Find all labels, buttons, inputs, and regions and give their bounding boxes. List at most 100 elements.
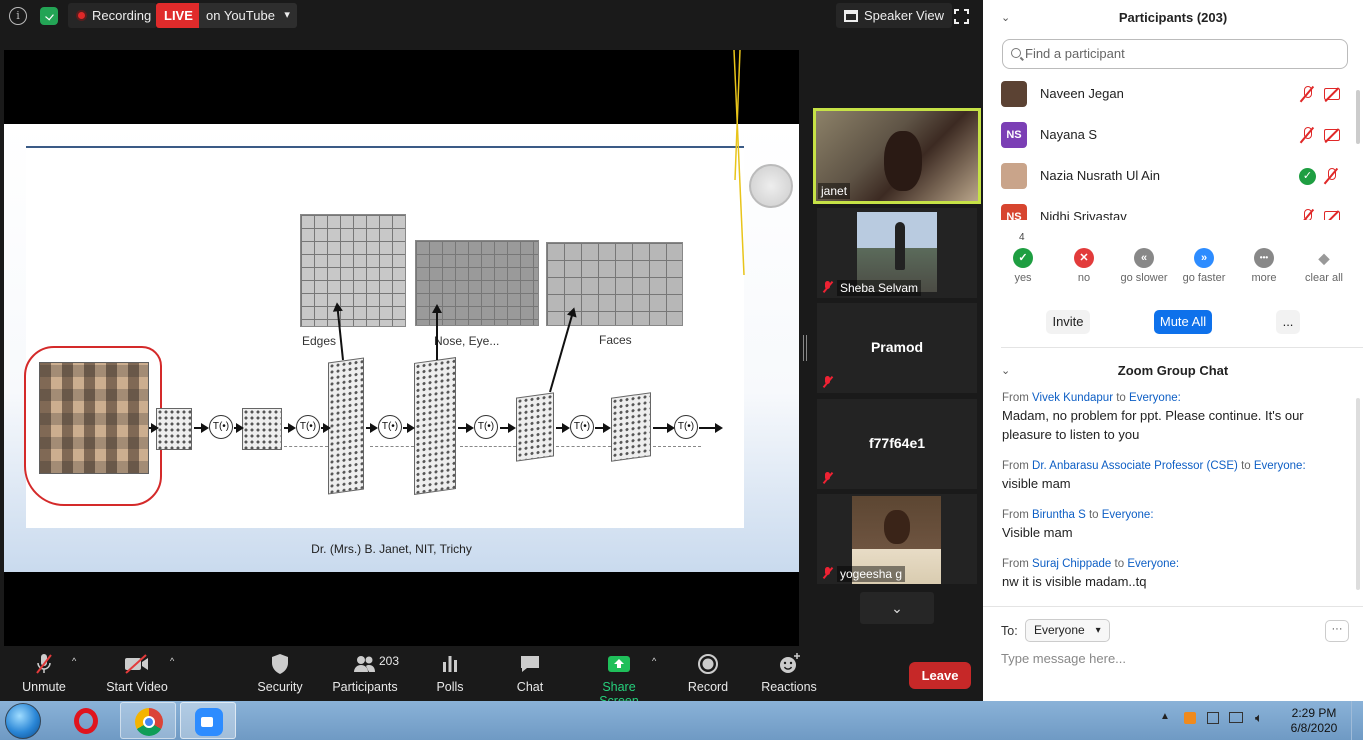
opera-taskbar-button[interactable] xyxy=(58,702,114,739)
record-dot-icon xyxy=(76,10,87,21)
show-desktop-button[interactable] xyxy=(1351,701,1363,740)
recipient-name[interactable]: Everyone: xyxy=(1102,509,1154,521)
mic-muted-icon[interactable] xyxy=(1324,168,1338,184)
audio-options-caret-icon[interactable]: ^ xyxy=(72,656,76,666)
participant-search-input[interactable]: Find a participant xyxy=(1002,39,1348,69)
avatar: NS xyxy=(1001,122,1027,148)
recipient-name[interactable]: Everyone: xyxy=(1254,460,1306,472)
yes-reaction-button[interactable]: ✓ yes xyxy=(993,248,1053,284)
from-word: From xyxy=(1002,558,1029,570)
recording-indicator[interactable]: Recording xyxy=(68,3,158,28)
institute-seal-logo xyxy=(749,164,793,208)
mute-all-button[interactable]: Mute All xyxy=(1154,310,1212,334)
chrome-icon xyxy=(135,708,163,736)
unmute-button[interactable]: Unmute xyxy=(18,652,70,694)
reactions-label: Reactions xyxy=(761,680,817,694)
windows-start-button[interactable] xyxy=(5,703,41,739)
video-off-icon xyxy=(104,652,170,676)
share-options-caret-icon[interactable]: ^ xyxy=(652,656,656,666)
flow-arrow xyxy=(403,423,415,433)
video-tile[interactable]: Pramod xyxy=(817,303,977,393)
chat-message-input[interactable]: Type message here... xyxy=(1001,651,1126,666)
participant-row[interactable]: Naveen Jegan xyxy=(983,74,1353,115)
share-screen-button[interactable]: Share Screen xyxy=(582,652,656,708)
feedback-dashed-line xyxy=(556,446,611,447)
participant-row[interactable]: NS Nidhi Srivastav xyxy=(983,197,1353,220)
panel-divider xyxy=(1001,347,1363,348)
meeting-window: i Recording LIVE on YouTube Speaker View… xyxy=(0,0,983,708)
chat-scrollbar[interactable] xyxy=(1356,398,1360,590)
flow-arrow xyxy=(500,423,516,433)
chat-title: Zoom Group Chat xyxy=(1117,363,1229,378)
chat-button[interactable]: Chat xyxy=(513,652,547,694)
tray-expand-icon[interactable]: ▲ xyxy=(1160,711,1170,722)
flow-arrow xyxy=(653,423,675,433)
mic-muted-icon[interactable] xyxy=(1300,127,1314,143)
recipient-name[interactable]: Everyone: xyxy=(1127,558,1179,570)
sender-name[interactable]: Biruntha S xyxy=(1032,509,1086,521)
mic-muted-icon xyxy=(823,472,833,484)
clear-all-button[interactable]: ◆ clear all xyxy=(1294,248,1354,284)
recipient-name[interactable]: Everyone: xyxy=(1129,392,1181,404)
to-word: to xyxy=(1241,460,1251,472)
chat-messages: From Vivek Kundapur to Everyone: Madam, … xyxy=(1002,391,1342,606)
no-reaction-button[interactable]: ✕ no xyxy=(1054,248,1114,284)
start-video-button[interactable]: Start Video xyxy=(104,652,170,694)
mic-muted-icon xyxy=(823,376,833,388)
participant-list-scrollbar[interactable] xyxy=(1356,90,1360,144)
participant-name: Nidhi Srivastav xyxy=(1040,209,1127,220)
polls-button[interactable]: Polls xyxy=(432,652,468,694)
zoom-taskbar-button[interactable] xyxy=(180,702,236,739)
mic-muted-icon xyxy=(823,281,833,293)
more-reactions-button[interactable]: ••• more xyxy=(1234,248,1294,284)
fullscreen-icon[interactable] xyxy=(953,8,970,25)
slide-footer: Dr. (Mrs.) B. Janet, NIT, Trichy xyxy=(311,542,472,556)
yes-check-icon: ✓ xyxy=(1013,248,1033,268)
flow-arrow xyxy=(366,423,378,433)
transform-node: T(•) xyxy=(296,415,320,439)
video-tile-active-speaker[interactable]: janet xyxy=(813,108,981,204)
go-slower-button[interactable]: « go slower xyxy=(1114,248,1174,284)
flow-arrow xyxy=(699,423,723,433)
splitter-handle[interactable] xyxy=(803,335,807,361)
network-icon[interactable] xyxy=(1229,712,1243,723)
encryption-shield-icon[interactable] xyxy=(40,7,58,25)
volume-icon[interactable]: 🔈︎ xyxy=(1255,710,1263,726)
speaker-view-button[interactable]: Speaker View xyxy=(836,3,952,28)
nonverbal-feedback-bar: 4 ✓ yes ✕ no « go slower » go faster •••… xyxy=(983,232,1363,292)
video-options-caret-icon[interactable]: ^ xyxy=(170,656,174,666)
video-tile[interactable]: yogeesha g xyxy=(817,494,977,584)
invite-button[interactable]: Invite xyxy=(1046,310,1090,334)
mic-muted-icon[interactable] xyxy=(1300,209,1314,220)
participant-row[interactable]: NS Nayana S xyxy=(983,115,1353,156)
meeting-toolbar: Unmute ^ Start Video ^ Security 203 Part… xyxy=(0,646,983,708)
sender-name[interactable]: Suraj Chippade xyxy=(1032,558,1111,570)
chrome-taskbar-button[interactable] xyxy=(120,702,176,739)
video-tile[interactable]: f77f64e1 xyxy=(817,399,977,489)
go-faster-button[interactable]: » go faster xyxy=(1174,248,1234,284)
sender-name[interactable]: Dr. Anbarasu Associate Professor (CSE) xyxy=(1032,460,1238,472)
system-tray[interactable]: ▲ 🔈︎ xyxy=(1158,710,1278,731)
security-button[interactable]: Security xyxy=(256,652,304,694)
tray-flag-icon[interactable] xyxy=(1207,712,1219,724)
mic-muted-icon[interactable] xyxy=(1300,86,1314,102)
sender-name[interactable]: Vivek Kundapur xyxy=(1032,392,1113,404)
record-button[interactable]: Record xyxy=(686,652,730,694)
participants-button[interactable]: 203 Participants xyxy=(331,652,399,694)
chat-more-button[interactable]: ··· xyxy=(1325,620,1349,642)
video-tile[interactable]: Sheba Selvam xyxy=(817,208,977,298)
chat-recipient-select[interactable]: Everyone xyxy=(1025,619,1110,642)
opera-icon xyxy=(74,708,98,734)
live-stream-menu[interactable]: on YouTube xyxy=(199,3,297,28)
more-label: more xyxy=(1251,272,1277,284)
reactions-button[interactable]: Reactions xyxy=(761,652,817,694)
go-faster-label: go faster xyxy=(1182,272,1226,284)
leave-button[interactable]: Leave xyxy=(909,662,971,689)
system-clock[interactable]: 2:29 PM 6/8/2020 xyxy=(1284,706,1344,736)
tray-app-icon[interactable] xyxy=(1184,712,1196,724)
go-slower-label: go slower xyxy=(1120,272,1168,284)
info-icon[interactable]: i xyxy=(9,7,27,25)
chevron-down-icon[interactable]: ⌄ xyxy=(860,592,934,624)
more-options-button[interactable]: ... xyxy=(1276,310,1300,334)
participant-row[interactable]: Nazia Nusrath Ul Ain ✓ xyxy=(983,156,1353,197)
